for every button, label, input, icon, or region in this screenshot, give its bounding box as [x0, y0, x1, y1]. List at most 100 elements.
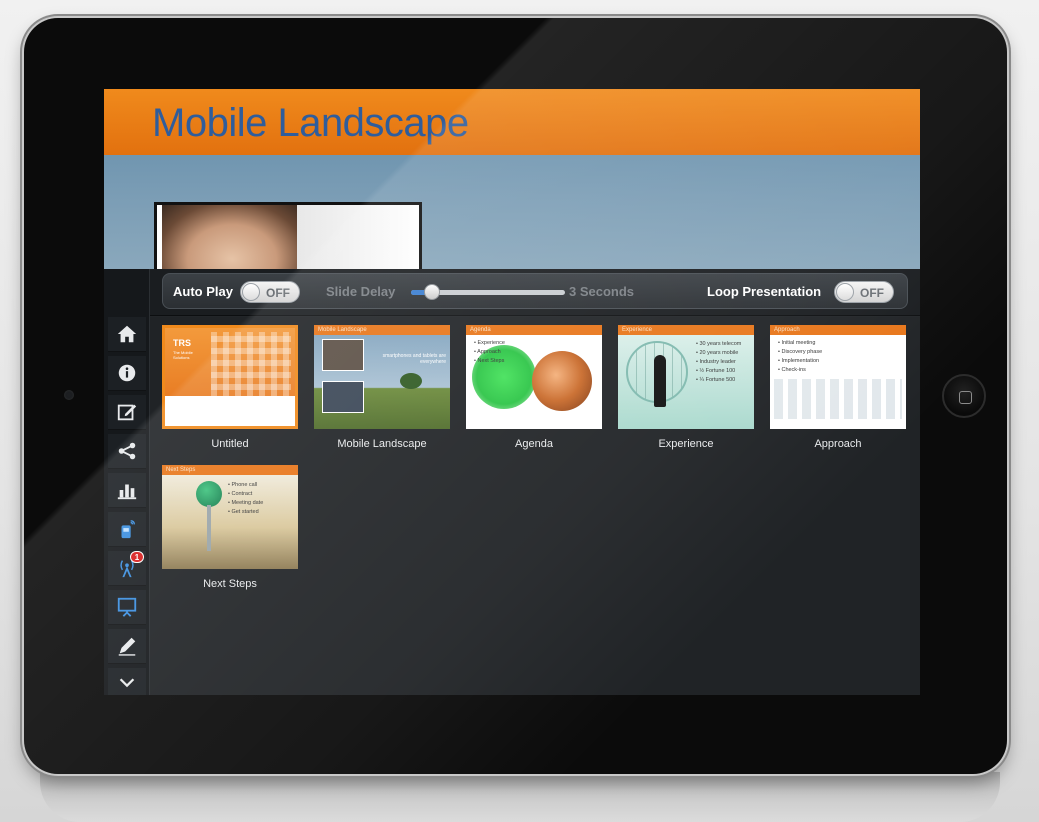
sidebar-item-home[interactable] — [108, 317, 146, 352]
slide-delay-slider[interactable] — [411, 284, 565, 300]
slide-thumbnail-grid: TRS The Mobile Solutions Untitled Mobile… — [150, 317, 920, 695]
bullet-text: ¼ Fortune 500 — [699, 377, 736, 383]
slide-label: Next Steps — [203, 578, 257, 590]
slide-thumbnail[interactable]: Agenda • Experience • Approach • Next St… — [466, 325, 602, 450]
slide-delay-label: Slide Delay — [326, 284, 396, 299]
bullet-text: 30 years telecom — [699, 341, 742, 347]
bullet-text: Get started — [231, 509, 259, 515]
slide-logo: TRS — [173, 338, 191, 348]
bullet-text: 20 years mobile — [699, 350, 739, 356]
slide-preview: Approach • Initial meeting • Discovery p… — [770, 325, 906, 429]
sidebar-item-annotate[interactable] — [108, 629, 146, 664]
slide-preview-bullets: • Experience • Approach • Next Steps — [474, 339, 505, 366]
bullet-item: • Phone call — [228, 482, 258, 488]
slide-photo — [154, 202, 422, 272]
edit-icon — [117, 404, 137, 421]
slide-label: Approach — [814, 438, 862, 450]
bullet-text: Initial meeting — [781, 340, 816, 346]
front-camera — [64, 390, 74, 400]
bullet-item: • Approach — [474, 349, 501, 355]
auto-play-label: Auto Play — [173, 284, 233, 299]
notification-badge: 1 — [130, 551, 144, 563]
slide-preview: TRS The Mobile Solutions — [162, 325, 298, 429]
slide-preview-header: Experience — [618, 325, 754, 335]
slide-preview-bullets: • Initial meeting • Discovery phase • Im… — [778, 339, 822, 375]
bullet-text: ½ Fortune 100 — [699, 368, 736, 374]
remote-icon — [121, 520, 136, 539]
toggle-knob — [242, 283, 260, 301]
slider-thumb[interactable] — [424, 284, 441, 300]
bullet-text: Check-ins — [781, 367, 806, 373]
slide-thumbnail[interactable]: Mobile Landscape smartphones and tablets… — [314, 325, 450, 450]
sidebar-item-remote[interactable] — [108, 512, 146, 547]
bullet-text: Next Steps — [477, 358, 505, 364]
sidebar-item-present[interactable] — [108, 590, 146, 625]
bullet-item: • Next Steps — [474, 358, 505, 364]
slide-label: Untitled — [211, 438, 249, 450]
slide-logo-sub: The Mobile Solutions — [173, 350, 193, 360]
auto-play-toggle[interactable]: OFF — [240, 281, 300, 303]
loop-presentation-label: Loop Presentation — [707, 284, 822, 299]
slide-thumbnail[interactable]: Next Steps • Phone call • Contract • Mee… — [162, 465, 298, 590]
playback-toolbar: Auto Play OFF Slide Delay 3 Seconds Loop… — [150, 269, 920, 316]
bullet-item: • 20 years mobile — [696, 350, 739, 356]
bullet-text: Industry leader — [699, 359, 736, 365]
tablet-device: Mobile Landscape 1 Auto Play OFF Slide D… — [24, 18, 1007, 774]
loop-presentation-toggle[interactable]: OFF — [834, 281, 894, 303]
sidebar-item-broadcast[interactable]: 1 — [108, 551, 146, 586]
orange-globe — [532, 351, 592, 411]
sidebar-item-share[interactable] — [108, 434, 146, 469]
pen-icon — [118, 637, 136, 656]
bullet-item: • Discovery phase — [778, 349, 823, 355]
device-reflection — [40, 772, 1000, 822]
bullet-item: • Check-ins — [778, 367, 806, 373]
home-icon — [117, 325, 137, 343]
bullet-item: • Initial meeting — [778, 340, 816, 346]
slide-preview-bullets: • Phone call • Contract • Meeting date •… — [228, 481, 263, 517]
slide-label: Experience — [658, 438, 714, 450]
slide-preview: Experience • 30 years telecom • 20 years… — [618, 325, 754, 429]
slide-label: Agenda — [515, 438, 553, 450]
chevron-down-icon — [119, 677, 135, 687]
slide-thumbnail[interactable]: Experience • 30 years telecom • 20 years… — [618, 325, 754, 450]
bullet-item: • Meeting date — [228, 500, 264, 506]
slide-delay-value: 3 Seconds — [569, 284, 635, 299]
bullet-item: • Contract — [228, 491, 253, 497]
home-button[interactable] — [942, 374, 986, 418]
slide-thumbnail[interactable]: Approach • Initial meeting • Discovery p… — [770, 325, 906, 450]
sidebar-item-stats[interactable] — [108, 473, 146, 508]
sidebar-item-edit[interactable] — [108, 395, 146, 430]
bullet-text: Discovery phase — [781, 349, 823, 355]
bullet-text: Experience — [477, 340, 505, 346]
slide-thumbnail[interactable]: TRS The Mobile Solutions Untitled — [162, 325, 298, 450]
slide-preview: Mobile Landscape smartphones and tablets… — [314, 325, 450, 429]
device-pattern — [211, 332, 291, 402]
current-slide: Mobile Landscape — [104, 89, 920, 272]
photo-background — [297, 205, 419, 269]
bullet-item: • 30 years telecom — [696, 341, 742, 347]
slide-preview-image — [322, 381, 364, 413]
bullet-item: • ½ Fortune 100 — [696, 368, 736, 374]
bullet-text: Contract — [231, 491, 253, 497]
bullet-item: • Experience — [474, 340, 505, 346]
sidebar-item-more[interactable] — [108, 668, 146, 695]
woman-photo — [162, 205, 302, 269]
bullet-item: • Implementation — [778, 358, 820, 364]
toolbar-panel: Auto Play OFF Slide Delay 3 Seconds Loop… — [162, 273, 908, 309]
bullet-text: Phone call — [231, 482, 258, 488]
sidebar-item-info[interactable] — [108, 356, 146, 391]
tree-shape — [400, 373, 422, 389]
sidebar: 1 — [104, 269, 150, 695]
slide-preview-header: Next Steps — [162, 465, 298, 475]
share-icon — [118, 442, 136, 460]
chess-pieces — [774, 379, 902, 419]
auto-play-state: OFF — [266, 286, 290, 300]
bullet-text: Approach — [477, 349, 501, 355]
slide-header-bar: Mobile Landscape — [104, 89, 920, 155]
slide-preview-header: Agenda — [466, 325, 602, 335]
slide-preview: Next Steps • Phone call • Contract • Mee… — [162, 465, 298, 569]
pushpin-needle — [207, 505, 211, 551]
slide-preview: Agenda • Experience • Approach • Next St… — [466, 325, 602, 429]
pushpin-head — [196, 481, 222, 507]
bullet-item: • Get started — [228, 509, 259, 515]
